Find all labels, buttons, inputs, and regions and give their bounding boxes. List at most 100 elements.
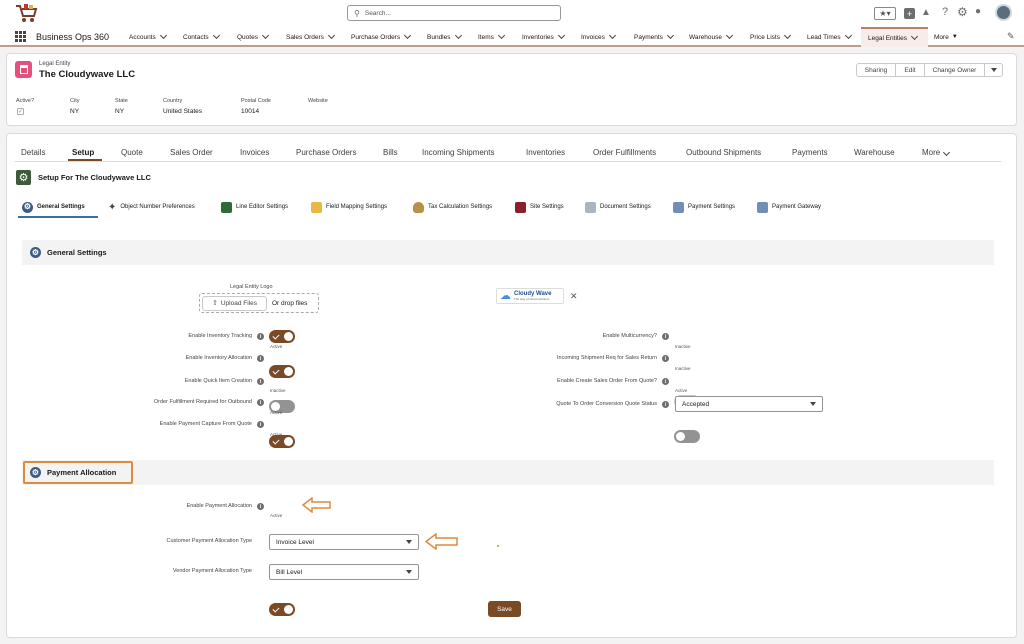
- app-logo[interactable]: [14, 3, 38, 23]
- nav-item-payments[interactable]: Payments: [634, 27, 674, 47]
- subtab-tax-calculation-settings[interactable]: Tax Calculation Settings: [413, 201, 492, 213]
- chevron-down-icon[interactable]: [212, 31, 220, 40]
- subtab-payment-settings[interactable]: Payment Settings: [673, 201, 735, 213]
- add-icon[interactable]: +: [904, 8, 915, 19]
- field-label-city: City: [70, 98, 80, 104]
- user-avatar[interactable]: [995, 4, 1012, 21]
- nav-item-quotes[interactable]: Quotes: [237, 27, 270, 47]
- help-icon[interactable]: ?: [942, 6, 948, 18]
- tab-inventories[interactable]: Inventories: [526, 148, 565, 157]
- customer-allocation-label: Customer Payment Allocation Type: [166, 538, 253, 544]
- nav-item-items[interactable]: Items: [478, 27, 505, 47]
- inventory-tracking-toggle[interactable]: [269, 330, 295, 343]
- tab-incoming-shipments[interactable]: Incoming Shipments: [422, 148, 494, 157]
- info-icon[interactable]: i: [662, 401, 669, 408]
- tab-outbound-shipments[interactable]: Outbound Shipments: [686, 148, 761, 157]
- subtab-payment-gateway[interactable]: Payment Gateway: [757, 201, 821, 213]
- chevron-down-icon[interactable]: [666, 31, 674, 40]
- upload-files-button[interactable]: ⇧ Upload Files: [202, 295, 267, 311]
- upload-icon: ⇧: [211, 300, 218, 307]
- info-icon[interactable]: i: [662, 355, 669, 362]
- change-owner-button[interactable]: Change Owner: [925, 63, 985, 77]
- info-icon[interactable]: i: [662, 333, 669, 340]
- subtab-line-editor-settings[interactable]: Line Editor Settings: [221, 201, 288, 213]
- tab-more[interactable]: More: [922, 148, 951, 157]
- chevron-down-icon[interactable]: [404, 31, 412, 40]
- payment-allocation-toggle[interactable]: [269, 603, 295, 616]
- notifications-bell-icon[interactable]: ●: [975, 6, 981, 17]
- wrench-icon: ✦: [108, 201, 117, 213]
- info-icon[interactable]: i: [257, 399, 264, 406]
- chevron-down-icon[interactable]: [557, 31, 565, 40]
- chevron-down-icon[interactable]: [327, 31, 335, 40]
- more-actions-button[interactable]: [985, 63, 1003, 77]
- spreadsheet-icon: [221, 201, 232, 213]
- info-icon[interactable]: i: [662, 378, 669, 385]
- tab-purchase-orders[interactable]: Purchase Orders: [296, 148, 356, 157]
- tab-details[interactable]: Details: [21, 148, 45, 157]
- tab-sales-order[interactable]: Sales Order: [170, 148, 213, 157]
- edit-nav-pencil-icon[interactable]: ✎: [1007, 31, 1015, 42]
- subtab-site-settings[interactable]: Site Settings: [515, 201, 564, 213]
- tab-bills[interactable]: Bills: [383, 148, 398, 157]
- nav-item-bundles[interactable]: Bundles: [427, 27, 462, 47]
- tab-order-fulfillments[interactable]: Order Fulfillments: [593, 148, 656, 157]
- setting-label: Enable Multicurrency?: [602, 333, 657, 339]
- info-icon[interactable]: i: [257, 503, 264, 510]
- folder-icon: [311, 201, 322, 213]
- app-launcher-icon[interactable]: [15, 31, 26, 42]
- chevron-down-icon[interactable]: [608, 31, 616, 40]
- vendor-allocation-select[interactable]: Bill Level: [269, 564, 419, 580]
- toggle-state: Active: [270, 410, 283, 415]
- nav-item-sales-orders[interactable]: Sales Orders: [286, 27, 335, 47]
- setup-title: Setup For The Cloudywave LLC: [38, 173, 151, 182]
- chevron-down-icon[interactable]: [783, 31, 792, 40]
- remove-logo-close-icon[interactable]: ✕: [570, 291, 578, 302]
- nav-item-legal-entities[interactable]: Legal Entities: [861, 27, 928, 47]
- nav-item-price-lists[interactable]: Price Lists: [750, 27, 792, 47]
- nav-item-invoices[interactable]: Invoices: [581, 27, 616, 47]
- save-button[interactable]: Save: [488, 601, 521, 617]
- toggle-state: Active: [270, 344, 283, 349]
- subtab-general-settings[interactable]: ⚙ General Settings: [22, 201, 85, 213]
- quote-status-select[interactable]: Accepted: [675, 396, 823, 412]
- settings-gear-icon[interactable]: ⚙: [957, 5, 968, 19]
- subtab-document-settings[interactable]: Document Settings: [585, 201, 651, 213]
- nav-more[interactable]: More ▼: [934, 27, 958, 47]
- chevron-down-icon[interactable]: [261, 31, 270, 40]
- chevron-down-icon[interactable]: [725, 31, 734, 40]
- chevron-down-icon[interactable]: [497, 31, 505, 40]
- tab-quote[interactable]: Quote: [121, 148, 143, 157]
- info-icon[interactable]: i: [257, 333, 264, 340]
- toggle-state: Active: [270, 366, 283, 371]
- info-icon[interactable]: i: [257, 421, 264, 428]
- tab-payments[interactable]: Payments: [792, 148, 828, 157]
- customer-allocation-select[interactable]: Invoice Level: [269, 534, 419, 550]
- nav-item-lead-times[interactable]: Lead Times: [807, 27, 852, 47]
- nav-item-accounts[interactable]: Accounts: [129, 27, 167, 47]
- favorites-button[interactable]: ★▾: [874, 7, 896, 20]
- sharing-button[interactable]: Sharing: [856, 63, 896, 77]
- tab-invoices[interactable]: Invoices: [240, 148, 269, 157]
- chevron-down-icon[interactable]: [454, 31, 462, 40]
- nav-item-purchase-orders[interactable]: Purchase Orders: [351, 27, 412, 47]
- nav-item-contacts[interactable]: Contacts: [183, 27, 220, 47]
- tab-warehouse[interactable]: Warehouse: [854, 148, 895, 157]
- highlight-arrow-icon: [425, 533, 458, 550]
- chevron-down-icon[interactable]: [159, 31, 167, 40]
- global-search-input[interactable]: ⚲ Search...: [347, 5, 561, 21]
- info-icon[interactable]: i: [257, 378, 264, 385]
- subtab-object-number-preferences[interactable]: ✦ Object Number Preferences: [108, 201, 195, 213]
- toggle-state: Inactive: [270, 388, 286, 393]
- nav-item-warehouse[interactable]: Warehouse: [689, 27, 734, 47]
- info-icon[interactable]: i: [257, 355, 264, 362]
- file-upload-dropzone[interactable]: ⇧ Upload Files Or drop files: [199, 293, 319, 313]
- tab-setup[interactable]: Setup: [72, 148, 94, 157]
- chevron-down-icon[interactable]: [910, 32, 919, 41]
- subtab-field-mapping-settings[interactable]: Field Mapping Settings: [311, 201, 387, 213]
- chevron-down-icon[interactable]: [844, 31, 852, 40]
- edit-button[interactable]: Edit: [896, 63, 925, 77]
- incoming-shipment-toggle[interactable]: [674, 430, 700, 443]
- trailhead-icon[interactable]: ▲: [921, 7, 931, 18]
- nav-item-inventories[interactable]: Inventories: [522, 27, 565, 47]
